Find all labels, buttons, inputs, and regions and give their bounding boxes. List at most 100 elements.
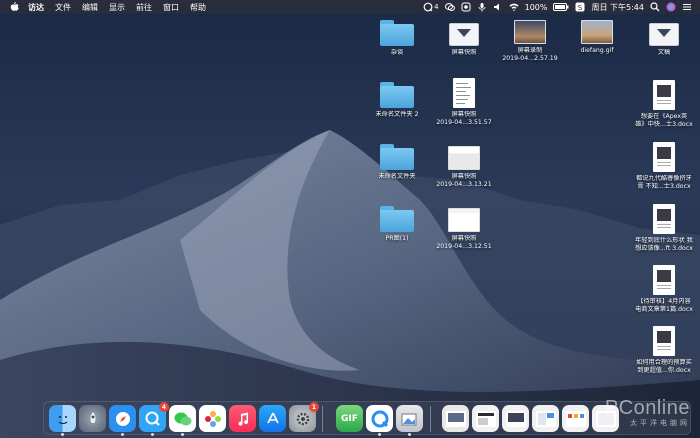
gear-icon bbox=[296, 412, 309, 425]
screenshot-thumbnail-icon bbox=[448, 208, 480, 232]
volume-icon[interactable] bbox=[493, 2, 503, 12]
dock-minimized-window-5[interactable] bbox=[562, 405, 589, 432]
video-thumbnail-icon bbox=[514, 20, 546, 44]
menubar: 访达 文件 编辑 显示 前往 窗口 帮助 4 100% S 周日 下午5:44 bbox=[0, 0, 700, 14]
dock-qq[interactable]: 4 bbox=[139, 402, 169, 436]
dock-photos[interactable] bbox=[199, 405, 226, 432]
desktop-icon-folder-zatan[interactable]: 杂谈 bbox=[365, 20, 429, 57]
desktop-icon-folder-pr[interactable]: PR图(1) bbox=[365, 206, 429, 243]
dock-divider bbox=[322, 406, 323, 432]
dock-gif-maker[interactable]: GIF bbox=[336, 405, 363, 432]
desktop-icon-screenshot-3[interactable]: 屏幕快照 2019-04...3.12.51 bbox=[432, 208, 496, 251]
docx-thumbnail-icon bbox=[653, 326, 675, 356]
menubar-clock[interactable]: 周日 下午5:44 bbox=[591, 2, 644, 13]
microphone-icon[interactable] bbox=[477, 2, 487, 12]
media-icon[interactable] bbox=[461, 2, 471, 12]
icon-label: PR图(1) bbox=[385, 235, 409, 242]
wechat-status-icon[interactable] bbox=[444, 2, 455, 12]
dock-safari[interactable] bbox=[109, 405, 136, 436]
menu-view[interactable]: 显示 bbox=[109, 2, 125, 13]
dock-wechat[interactable] bbox=[169, 405, 196, 436]
menubar-status-area: 4 100% S 周日 下午5:44 bbox=[423, 0, 692, 14]
notification-center-icon[interactable] bbox=[682, 2, 692, 12]
running-indicator bbox=[378, 433, 381, 436]
dock-finder[interactable] bbox=[49, 405, 76, 436]
desktop-icon-docx-intel[interactable]: 都说九代酷睿像挤牙 膏 不知...士3.docx bbox=[632, 142, 696, 191]
icon-label: 杂谈 bbox=[390, 49, 404, 56]
desktop-icon-folder-untitled[interactable]: 未命名文件夹 bbox=[365, 144, 429, 181]
gif-label: GIF bbox=[341, 413, 358, 424]
desktop-icon-screenshots-folder[interactable]: 屏幕快照 bbox=[432, 20, 496, 57]
desktop-icon-docx-apex[interactable]: 想要在《Apex英 雄》中快...士3.docx bbox=[632, 80, 696, 129]
desktop-icon-documents-folder[interactable]: 文稿 bbox=[632, 20, 696, 57]
icon-label: 如何用合理的预算买 到更超值...你.docx bbox=[636, 359, 692, 374]
dock-minimized-window-2[interactable] bbox=[472, 405, 499, 432]
wifi-icon[interactable] bbox=[509, 2, 519, 12]
apple-menu-icon[interactable] bbox=[10, 2, 20, 12]
screenshot-thumbnail-icon bbox=[448, 146, 480, 170]
preview-photos-icon bbox=[401, 413, 416, 425]
folder-icon bbox=[380, 82, 414, 108]
icon-label: 想要在《Apex英 雄》中快...士3.docx bbox=[635, 113, 693, 128]
docx-thumbnail-icon bbox=[653, 265, 675, 295]
icon-label: 未命名文件夹 2 bbox=[375, 111, 419, 118]
folder-icon bbox=[380, 144, 414, 170]
docx-thumbnail-icon bbox=[653, 142, 675, 172]
dock-launchpad[interactable] bbox=[79, 405, 106, 432]
smart-folder-icon bbox=[449, 20, 479, 46]
qq-browser-icon bbox=[371, 410, 388, 427]
dock-minimized-window-4[interactable] bbox=[532, 405, 559, 432]
dock-system-preferences[interactable]: 1 bbox=[289, 402, 319, 432]
photos-flower-icon bbox=[204, 410, 221, 427]
dock-app-store[interactable] bbox=[259, 405, 286, 432]
icon-label: 【待审核】4月内容 电商文章第1篇.docx bbox=[635, 298, 693, 313]
dock-divider bbox=[430, 406, 431, 432]
icon-label: 屏幕快照 2019-04...3.12.51 bbox=[436, 235, 492, 250]
desktop-icon-screenshot-1[interactable]: 屏幕快照 2019-04...3.51.57 bbox=[432, 78, 496, 127]
chat-bubble-icon[interactable] bbox=[423, 2, 433, 12]
spotlight-search-icon[interactable] bbox=[650, 2, 660, 12]
dock: 4 1 GIF bbox=[43, 401, 691, 436]
menu-go[interactable]: 前往 bbox=[136, 2, 152, 13]
desktop-icon-folder-untitled-2[interactable]: 未命名文件夹 2 bbox=[365, 82, 429, 119]
dock-minimized-window-1[interactable] bbox=[442, 405, 469, 432]
icon-label: 屏幕快照 bbox=[451, 49, 477, 56]
rocket-icon bbox=[90, 411, 95, 423]
window-thumbnail-icon bbox=[565, 410, 586, 427]
desktop-icon-diefang-gif[interactable]: diefang.gif bbox=[565, 20, 629, 55]
wechat-icon bbox=[174, 412, 191, 425]
dock-music[interactable] bbox=[229, 405, 256, 432]
running-indicator bbox=[61, 433, 64, 436]
icon-label: 未命名文件夹 bbox=[378, 173, 416, 180]
battery-icon[interactable] bbox=[553, 2, 569, 12]
dock-minimized-window-3[interactable] bbox=[502, 405, 529, 432]
menu-help[interactable]: 帮助 bbox=[190, 2, 206, 13]
folder-icon bbox=[380, 206, 414, 232]
desktop-icon-screen-recording[interactable]: 屏幕录制 2019-04...2.57.19 bbox=[498, 20, 562, 63]
icon-label: 文稿 bbox=[657, 49, 671, 56]
desktop-icon-docx-review[interactable]: 【待审核】4月内容 电商文章第1篇.docx bbox=[632, 265, 696, 314]
desktop-icon-docx-budget[interactable]: 如何用合理的预算买 到更超值...你.docx bbox=[632, 326, 696, 375]
wallpaper bbox=[0, 0, 700, 438]
icon-label: diefang.gif bbox=[580, 47, 614, 54]
window-thumbnail-icon bbox=[505, 410, 526, 427]
desktop-icon-docx-young[interactable]: 年轻到底什么形状 我 想应该像...ft 3.docx bbox=[632, 204, 696, 253]
siri-icon[interactable] bbox=[666, 2, 676, 12]
menu-window[interactable]: 窗口 bbox=[163, 2, 179, 13]
dock-preview[interactable] bbox=[396, 405, 423, 436]
running-indicator bbox=[151, 433, 154, 436]
desktop-icon-screenshot-2[interactable]: 屏幕快照 2019-04...3.13.21 bbox=[432, 146, 496, 189]
icon-label: 屏幕快照 2019-04...3.13.21 bbox=[436, 173, 492, 188]
menu-edit[interactable]: 编辑 bbox=[82, 2, 98, 13]
running-indicator bbox=[408, 433, 411, 436]
battery-percentage: 100% bbox=[524, 2, 548, 12]
notification-count: 4 bbox=[434, 3, 439, 11]
icon-label: 屏幕录制 2019-04...2.57.19 bbox=[502, 47, 558, 62]
s-app-icon[interactable]: S bbox=[575, 2, 585, 12]
app-store-icon bbox=[266, 412, 279, 423]
menu-file[interactable]: 文件 bbox=[55, 2, 71, 13]
dock-qq-browser[interactable] bbox=[366, 405, 393, 436]
menu-app-name[interactable]: 访达 bbox=[28, 2, 44, 13]
gif-thumbnail-icon bbox=[581, 20, 613, 44]
running-indicator bbox=[121, 433, 124, 436]
